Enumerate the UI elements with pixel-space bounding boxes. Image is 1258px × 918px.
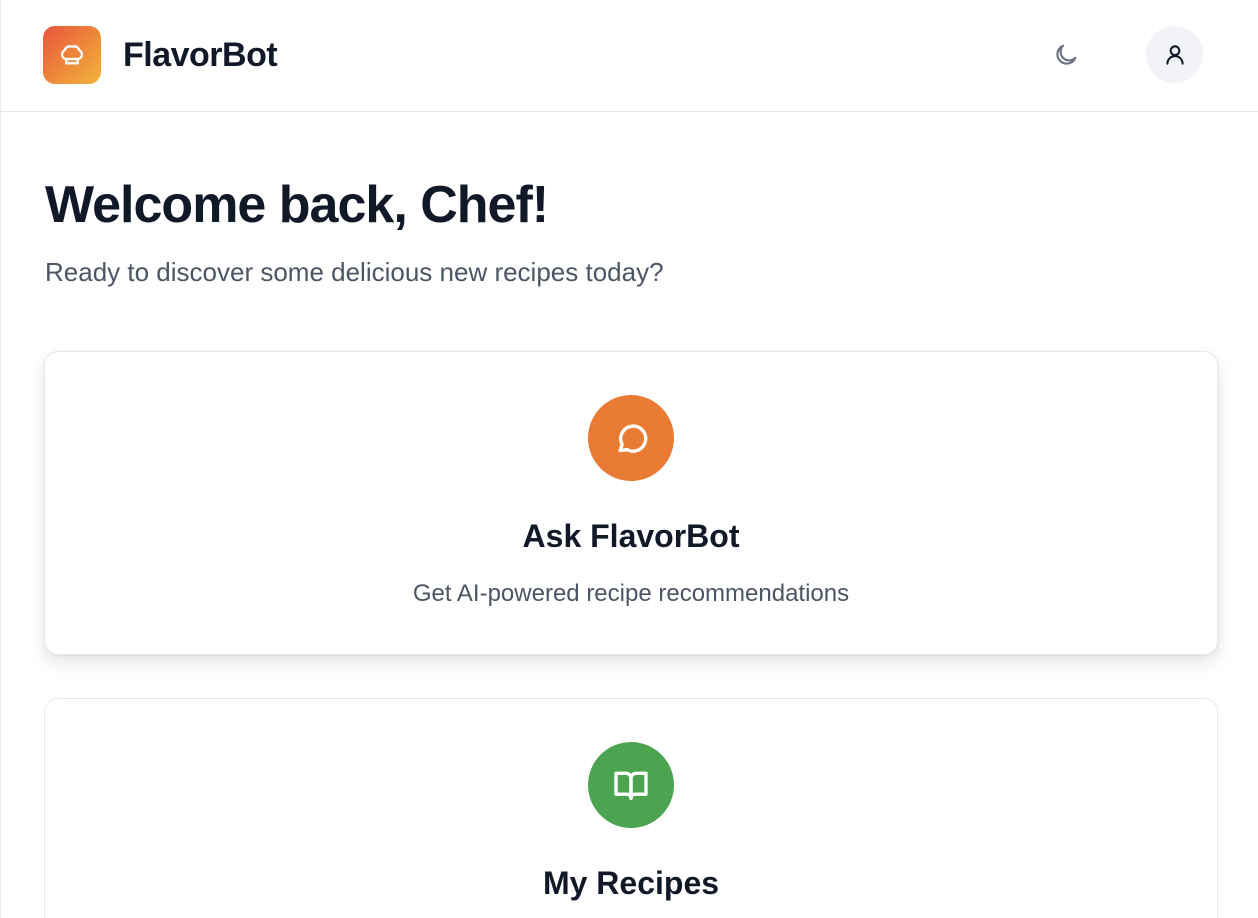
chat-bubble-icon	[588, 395, 674, 481]
user-icon	[1165, 44, 1184, 65]
brand[interactable]: FlavorBot	[43, 26, 278, 84]
card-title: Ask FlavorBot	[522, 518, 740, 554]
open-book-icon	[588, 742, 674, 828]
chef-hat-icon	[43, 26, 101, 84]
top-header: FlavorBot	[1, 0, 1258, 112]
profile-button[interactable]	[1146, 26, 1203, 83]
card-description: Get AI-powered recipe recommendations	[412, 580, 850, 607]
ask-flavorbot-card[interactable]: Ask FlavorBot Get AI-powered recipe reco…	[44, 351, 1218, 655]
theme-toggle-button[interactable]	[1041, 30, 1091, 80]
my-recipes-card[interactable]: My Recipes	[44, 698, 1218, 918]
welcome-title: Welcome back, Chef!	[45, 176, 549, 234]
moon-icon	[1056, 44, 1077, 65]
brand-name: FlavorBot	[123, 35, 278, 74]
welcome-subtitle: Ready to discover some delicious new rec…	[45, 257, 664, 287]
app-page: FlavorBot Welcome back, Chef! Ready to d…	[0, 0, 1258, 918]
card-title: My Recipes	[542, 865, 720, 901]
